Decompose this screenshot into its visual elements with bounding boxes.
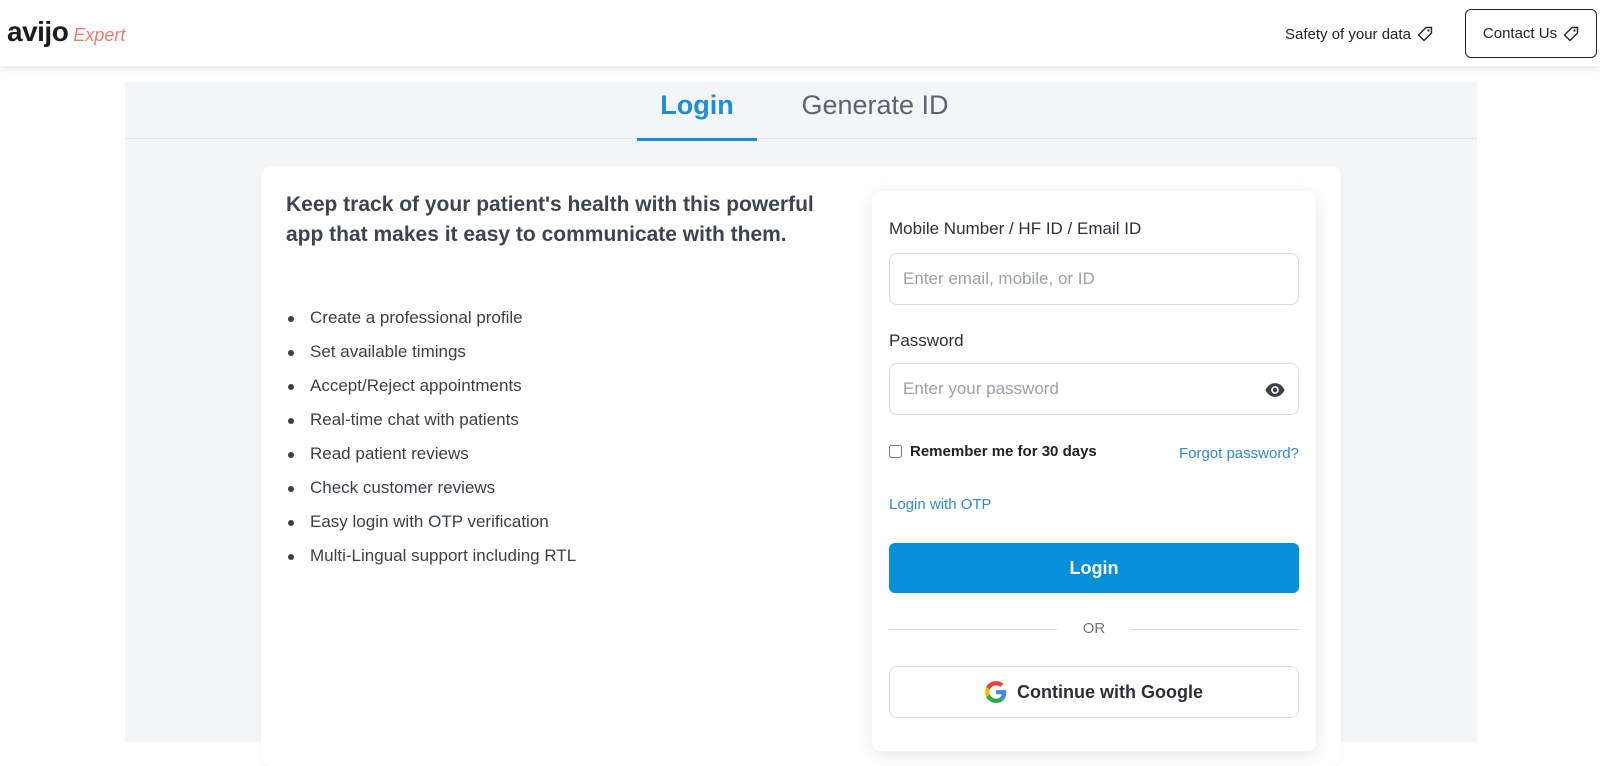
- contact-us-button[interactable]: Contact Us: [1465, 9, 1597, 58]
- password-field-label: Password: [889, 331, 964, 350]
- remember-me[interactable]: Remember me for 30 days: [889, 443, 1097, 460]
- feature-list: Create a professional profile Set availa…: [286, 304, 806, 576]
- list-item: Check customer reviews: [286, 474, 806, 508]
- list-item: Set available timings: [286, 338, 806, 372]
- top-navbar: avijo Expert Safety of your data Contact…: [0, 0, 1600, 66]
- or-divider: OR: [889, 619, 1299, 639]
- logo-sub-text: Expert: [73, 25, 126, 45]
- list-item: Accept/Reject appointments: [286, 372, 806, 406]
- password-field-wrapper: [889, 363, 1299, 415]
- google-button-label: Continue with Google: [1017, 681, 1203, 702]
- continue-with-google-button[interactable]: Continue with Google: [889, 666, 1299, 718]
- contact-label: Contact Us: [1482, 25, 1558, 42]
- safety-label: Safety of your data: [1285, 25, 1411, 43]
- list-item: Real-time chat with patients: [286, 406, 806, 440]
- remember-me-label: Remember me for 30 days: [910, 443, 1097, 460]
- brand-logo[interactable]: avijo Expert: [7, 16, 125, 48]
- safety-of-data-link[interactable]: Safety of your data: [1285, 22, 1433, 46]
- list-item: Easy login with OTP verification: [286, 508, 806, 542]
- logo-main-text: avijo: [7, 16, 69, 47]
- login-with-otp-link[interactable]: Login with OTP: [889, 496, 992, 513]
- remember-me-checkbox[interactable]: [889, 445, 902, 458]
- tag-icon: [1417, 26, 1433, 42]
- eye-icon[interactable]: [1264, 379, 1286, 401]
- intro-headline: Keep track of your patient's health with…: [286, 193, 814, 246]
- login-form: Mobile Number / HF ID / Email ID Passwor…: [872, 191, 1316, 751]
- tab-login[interactable]: Login: [637, 90, 757, 141]
- list-item: Multi-Lingual support including RTL: [286, 542, 806, 576]
- forgot-password-link[interactable]: Forgot password?: [1179, 445, 1299, 462]
- login-button[interactable]: Login: [889, 543, 1299, 593]
- list-item: Create a professional profile: [286, 304, 806, 338]
- divider-line: [1131, 629, 1299, 630]
- tag-icon: [1563, 26, 1579, 41]
- list-item: Read patient reviews: [286, 440, 806, 474]
- tab-generate-id[interactable]: Generate ID: [785, 90, 965, 139]
- password-input[interactable]: [890, 364, 1298, 414]
- id-field-wrapper: [889, 253, 1299, 305]
- id-field-label: Mobile Number / HF ID / Email ID: [889, 219, 1142, 238]
- google-icon: [985, 681, 1007, 703]
- id-input[interactable]: [890, 254, 1298, 304]
- auth-tabs: Login Generate ID: [125, 82, 1477, 141]
